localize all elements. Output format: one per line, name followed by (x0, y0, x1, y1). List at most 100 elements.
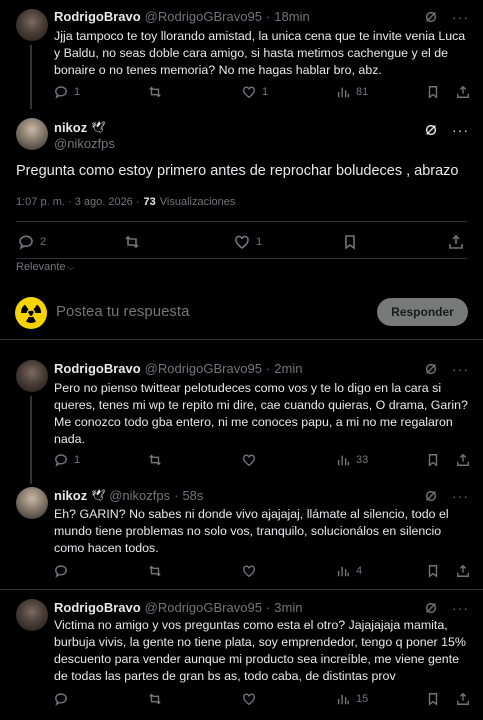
avatar[interactable] (16, 360, 48, 392)
reply-input[interactable]: Postea tu respuesta (56, 303, 189, 320)
like-button[interactable]: 1 (234, 234, 262, 250)
grok-icon[interactable] (424, 489, 438, 503)
share-icon (457, 85, 469, 98)
retweet-button[interactable] (124, 234, 146, 250)
reply-button[interactable]: 1 (54, 453, 80, 467)
bookmark-icon (345, 235, 355, 250)
author-name[interactable]: nikoz (54, 120, 87, 135)
grok-icon[interactable] (424, 601, 438, 615)
dove-badge-icon: 🕊 (91, 122, 106, 134)
avatar[interactable] (16, 599, 48, 631)
grok-icon[interactable] (424, 123, 438, 137)
views-icon (337, 694, 349, 705)
more-options-icon[interactable]: ··· (452, 600, 469, 616)
dove-badge-icon: 🕊 (91, 490, 106, 502)
retweet-button[interactable] (148, 692, 168, 706)
views-icon (337, 566, 349, 577)
avatar[interactable] (16, 118, 48, 150)
like-button[interactable] (242, 453, 262, 467)
author-handle[interactable]: @RodrigoGBravo95 (145, 361, 262, 376)
author-name[interactable]: RodrigoBravo (54, 361, 141, 376)
views-icon (337, 455, 349, 466)
grok-icon[interactable] (424, 362, 438, 376)
author-handle[interactable]: @nikozfps (54, 136, 115, 151)
sort-label: Relevante (16, 261, 66, 273)
bookmark-button[interactable] (426, 85, 440, 99)
more-options-icon[interactable]: ··· (452, 122, 469, 138)
reply-tweet[interactable]: RodrigoBravo @RodrigoGBravo95 · 3min ···… (0, 591, 483, 720)
author-handle[interactable]: @RodrigoGBravo95 (145, 600, 262, 615)
user-avatar-radioactive[interactable] (15, 297, 47, 329)
reply-icon (55, 693, 67, 706)
bookmark-button[interactable] (426, 692, 440, 706)
reply-composer: Postea tu respuesta Responder (0, 288, 483, 340)
reply-icon (55, 86, 67, 99)
reply-button[interactable] (54, 564, 74, 578)
tweet-text: Jjja tampoco te toy llorando amistad, la… (54, 29, 466, 77)
retweet-button[interactable] (148, 564, 168, 578)
author-handle[interactable]: @RodrigoGBravo95 (145, 9, 262, 24)
share-button[interactable] (456, 453, 470, 467)
sort-dropdown[interactable]: Relevante ⌵ (16, 261, 74, 273)
retweet-button[interactable] (148, 85, 168, 99)
share-button[interactable] (448, 234, 464, 250)
reply-submit-button[interactable]: Responder (377, 298, 468, 326)
timestamp[interactable]: 18min (274, 9, 309, 24)
views-count: 81 (356, 86, 369, 98)
author-name[interactable]: RodrigoBravo (54, 600, 141, 615)
like-button[interactable]: 1 (242, 85, 268, 99)
bookmark-icon (428, 565, 438, 578)
share-icon (449, 234, 463, 249)
reply-button[interactable]: 1 (54, 85, 80, 99)
like-count: 1 (256, 236, 263, 248)
grok-icon[interactable] (424, 10, 438, 24)
views-button[interactable]: 15 (336, 692, 368, 706)
separator-dot: · (265, 9, 271, 24)
share-button[interactable] (456, 85, 470, 99)
author-handle[interactable]: @nikozfps (109, 488, 170, 503)
share-button[interactable] (456, 692, 470, 706)
more-options-icon[interactable]: ··· (452, 488, 469, 504)
action-bar: 4 (54, 564, 472, 580)
reply-count: 1 (74, 454, 81, 466)
avatar[interactable] (16, 487, 48, 519)
separator-dot: · (265, 361, 271, 376)
reply-icon (55, 565, 67, 578)
views-icon (337, 87, 349, 98)
parent-tweet[interactable]: RodrigoBravo @RodrigoGBravo95 · 18min ··… (0, 0, 483, 109)
avatar[interactable] (16, 9, 48, 41)
reply-tweet[interactable]: nikoz 🕊 @nikozfps · 58s ··· Eh? GARIN? N… (0, 478, 483, 590)
bookmark-icon (428, 454, 438, 467)
more-options-icon[interactable]: ··· (452, 361, 469, 377)
heart-icon (243, 86, 255, 99)
reply-icon (55, 454, 67, 467)
share-icon (457, 692, 469, 705)
reply-button[interactable]: 2 (18, 234, 46, 250)
timestamp[interactable]: 58s (182, 488, 203, 503)
separator-dot: · (265, 600, 271, 615)
retweet-button[interactable] (148, 453, 168, 467)
tweet-text: Pero no pienso twittear pelotudeces como… (54, 381, 468, 446)
views-button[interactable]: 81 (336, 85, 368, 99)
timestamp[interactable]: 2min (274, 361, 302, 376)
like-button[interactable] (242, 692, 262, 706)
timestamp[interactable]: 3min (274, 600, 302, 615)
bookmark-button[interactable] (426, 564, 440, 578)
bookmark-icon (428, 693, 438, 706)
reply-button[interactable] (54, 692, 74, 706)
retweet-icon (149, 86, 161, 98)
reply-tweet[interactable]: RodrigoBravo @RodrigoGBravo95 · 2min ···… (0, 352, 483, 484)
more-options-icon[interactable]: ··· (452, 9, 469, 25)
share-button[interactable] (456, 564, 470, 578)
views-button[interactable]: 33 (336, 453, 368, 467)
heart-icon (235, 235, 249, 249)
author-name[interactable]: RodrigoBravo (54, 9, 141, 24)
reply-icon (19, 235, 33, 250)
thread-line (30, 396, 32, 484)
author-name[interactable]: nikoz (54, 488, 87, 503)
tweet-timestamp[interactable]: 1:07 p. m. · 3 ago. 2026 · (16, 196, 140, 208)
bookmark-button[interactable] (426, 453, 440, 467)
views-button[interactable]: 4 (336, 564, 362, 578)
bookmark-button[interactable] (342, 234, 358, 250)
like-button[interactable] (242, 564, 262, 578)
